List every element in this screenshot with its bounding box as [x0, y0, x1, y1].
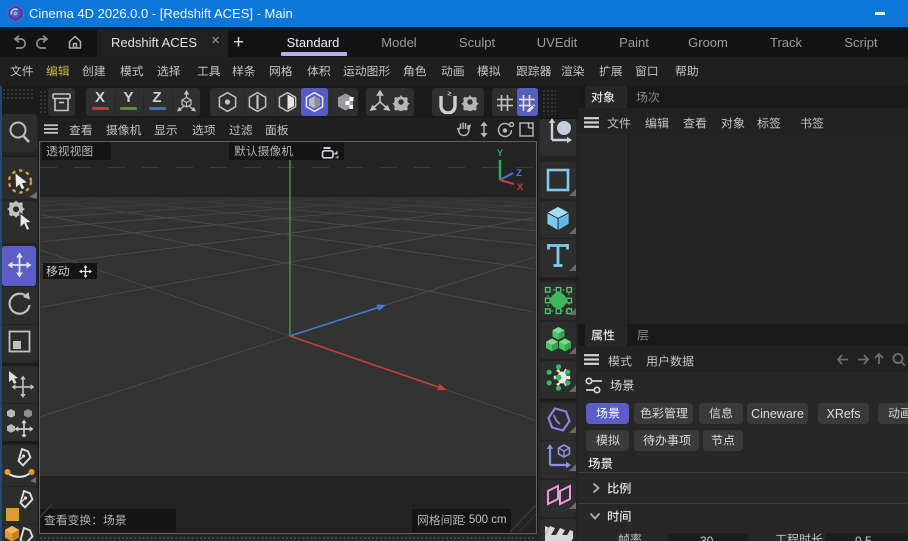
svg-text:Y: Y [497, 148, 504, 159]
svg-text:Z: Z [516, 168, 522, 179]
svg-text:X: X [517, 182, 524, 193]
